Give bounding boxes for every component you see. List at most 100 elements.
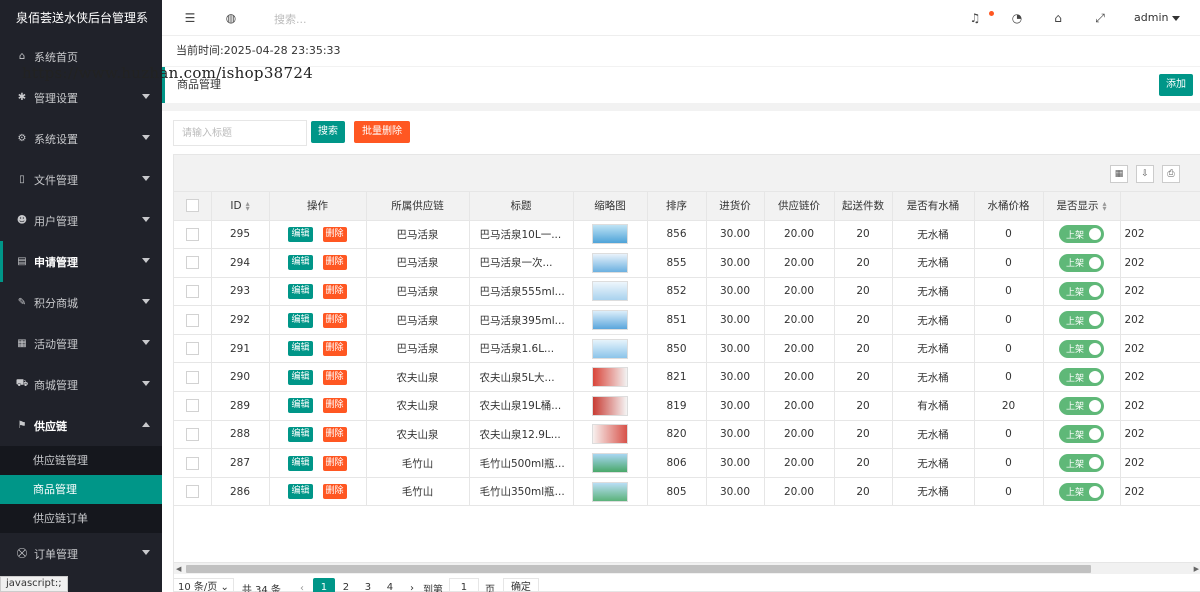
- visibility-toggle[interactable]: 上架: [1059, 396, 1104, 415]
- scroll-right-icon[interactable]: ▶: [1194, 565, 1199, 573]
- sidebar-item-activities[interactable]: ▦ 活动管理: [0, 323, 162, 364]
- edit-button[interactable]: 编辑: [288, 484, 313, 500]
- row-select[interactable]: [174, 248, 212, 278]
- page-1[interactable]: 1: [312, 578, 335, 592]
- checkbox[interactable]: [185, 342, 199, 356]
- theme-icon[interactable]: ◔: [1010, 11, 1024, 25]
- add-button[interactable]: 添加: [1159, 74, 1193, 96]
- row-select[interactable]: [174, 448, 212, 478]
- bell-icon[interactable]: ♫: [968, 11, 982, 25]
- checkbox[interactable]: [185, 456, 199, 470]
- page-4[interactable]: 4: [379, 578, 401, 592]
- delete-button[interactable]: 删除: [322, 398, 347, 414]
- sidebar-item-files[interactable]: ▯ 文件管理: [0, 159, 162, 200]
- edit-button[interactable]: 编辑: [288, 455, 313, 471]
- edit-button[interactable]: 编辑: [288, 426, 313, 442]
- sort-icon[interactable]: ▴ ▾: [246, 199, 250, 212]
- visibility-toggle[interactable]: 上架: [1059, 339, 1104, 358]
- row-select[interactable]: [174, 420, 212, 450]
- header-select-all[interactable]: [174, 192, 212, 221]
- next-page-icon[interactable]: ›: [401, 583, 423, 592]
- prev-page-icon[interactable]: ‹: [291, 583, 313, 592]
- sidebar-item-applications[interactable]: ▤ 申请管理: [0, 241, 162, 282]
- horizontal-scrollbar[interactable]: ◀ ▶: [174, 562, 1200, 574]
- goto-confirm-button[interactable]: 确定: [502, 578, 539, 592]
- checkbox[interactable]: [185, 485, 199, 499]
- sidebar-item-supply-chain[interactable]: ⚑ 供应链: [0, 405, 162, 446]
- fullscreen-icon[interactable]: ⤢: [1093, 11, 1107, 25]
- visibility-toggle[interactable]: 上架: [1059, 368, 1104, 387]
- delete-button[interactable]: 删除: [322, 369, 347, 385]
- delete-button[interactable]: 删除: [322, 341, 347, 357]
- edit-button[interactable]: 编辑: [288, 226, 313, 242]
- export-icon[interactable]: ⇩: [1136, 165, 1154, 183]
- sidebar-item-points-mall[interactable]: ✎ 积分商城: [0, 282, 162, 323]
- checkbox[interactable]: [185, 399, 199, 413]
- checkbox[interactable]: [185, 313, 199, 327]
- sidebar-item-orders[interactable]: ⛒ 订单管理: [0, 533, 162, 574]
- search-button[interactable]: 搜索: [311, 121, 345, 143]
- page-size-select[interactable]: 10 条/页 ⌄: [173, 578, 234, 592]
- visibility-toggle[interactable]: 上架: [1059, 282, 1104, 301]
- row-select[interactable]: [174, 362, 212, 393]
- scroll-left-icon[interactable]: ◀: [176, 565, 181, 573]
- header-search[interactable]: 搜索...: [274, 11, 307, 27]
- delete-button[interactable]: 删除: [322, 312, 347, 328]
- edit-button[interactable]: 编辑: [288, 283, 313, 299]
- scrollbar-thumb[interactable]: [186, 565, 1091, 573]
- cell-actions: 编辑 删除: [269, 448, 367, 478]
- globe-icon[interactable]: ◍: [224, 11, 238, 25]
- print-icon[interactable]: ⎙: [1162, 165, 1180, 183]
- delete-button[interactable]: 删除: [322, 455, 347, 471]
- sidebar-item-system-settings[interactable]: ⚙ 系统设置: [0, 118, 162, 159]
- delete-button[interactable]: 删除: [322, 226, 347, 242]
- visibility-toggle[interactable]: 上架: [1059, 425, 1104, 444]
- row-select[interactable]: [174, 305, 212, 335]
- checkbox[interactable]: [185, 370, 199, 384]
- row-select[interactable]: [174, 220, 212, 250]
- page-2[interactable]: 2: [335, 578, 357, 592]
- visibility-toggle[interactable]: 上架: [1059, 454, 1104, 473]
- visibility-toggle[interactable]: 上架: [1059, 482, 1104, 501]
- tag-icon[interactable]: ⌂: [1051, 11, 1065, 25]
- collapse-menu-icon[interactable]: ☰: [183, 11, 197, 25]
- visibility-toggle[interactable]: 上架: [1059, 225, 1104, 244]
- sort-icon[interactable]: ▴ ▾: [1102, 200, 1106, 213]
- checkbox[interactable]: [185, 256, 199, 270]
- edit-button[interactable]: 编辑: [288, 255, 313, 271]
- row-select[interactable]: [174, 277, 212, 307]
- row-select[interactable]: [174, 334, 212, 364]
- columns-filter-icon[interactable]: ▦: [1110, 165, 1128, 183]
- checkbox[interactable]: [185, 227, 199, 241]
- submenu-item-products[interactable]: 商品管理: [0, 475, 162, 504]
- row-select[interactable]: [174, 477, 212, 507]
- sidebar-item-users[interactable]: ☻ 用户管理: [0, 200, 162, 241]
- header-actions: 操作: [269, 192, 367, 221]
- goto-page-input[interactable]: 1: [448, 578, 479, 592]
- checkbox[interactable]: [185, 199, 199, 213]
- header-visible[interactable]: 是否显示 ▴ ▾: [1043, 192, 1121, 221]
- checkbox[interactable]: [185, 284, 199, 298]
- sidebar-item-admin-settings[interactable]: ✱ 管理设置: [0, 77, 162, 118]
- user-menu[interactable]: admin: [1134, 11, 1181, 24]
- checkbox[interactable]: [185, 427, 199, 441]
- delete-button[interactable]: 删除: [322, 255, 347, 271]
- cell-supply-price: 20.00: [764, 248, 835, 278]
- title-search-input[interactable]: [173, 120, 307, 146]
- batch-delete-button[interactable]: 批量删除: [354, 121, 410, 143]
- submenu-item-supply-chain-orders[interactable]: 供应链订单: [0, 504, 162, 533]
- delete-button[interactable]: 删除: [322, 426, 347, 442]
- visibility-toggle[interactable]: 上架: [1059, 311, 1104, 330]
- edit-button[interactable]: 编辑: [288, 312, 313, 328]
- delete-button[interactable]: 删除: [322, 484, 347, 500]
- edit-button[interactable]: 编辑: [288, 369, 313, 385]
- page-3[interactable]: 3: [357, 578, 379, 592]
- header-id[interactable]: ID ▴ ▾: [211, 192, 270, 221]
- delete-button[interactable]: 删除: [322, 283, 347, 299]
- visibility-toggle[interactable]: 上架: [1059, 253, 1104, 272]
- row-select[interactable]: [174, 391, 212, 421]
- sidebar-item-mall[interactable]: ⛟ 商城管理: [0, 364, 162, 405]
- edit-button[interactable]: 编辑: [288, 341, 313, 357]
- edit-button[interactable]: 编辑: [288, 398, 313, 414]
- submenu-item-supply-chain-management[interactable]: 供应链管理: [0, 446, 162, 475]
